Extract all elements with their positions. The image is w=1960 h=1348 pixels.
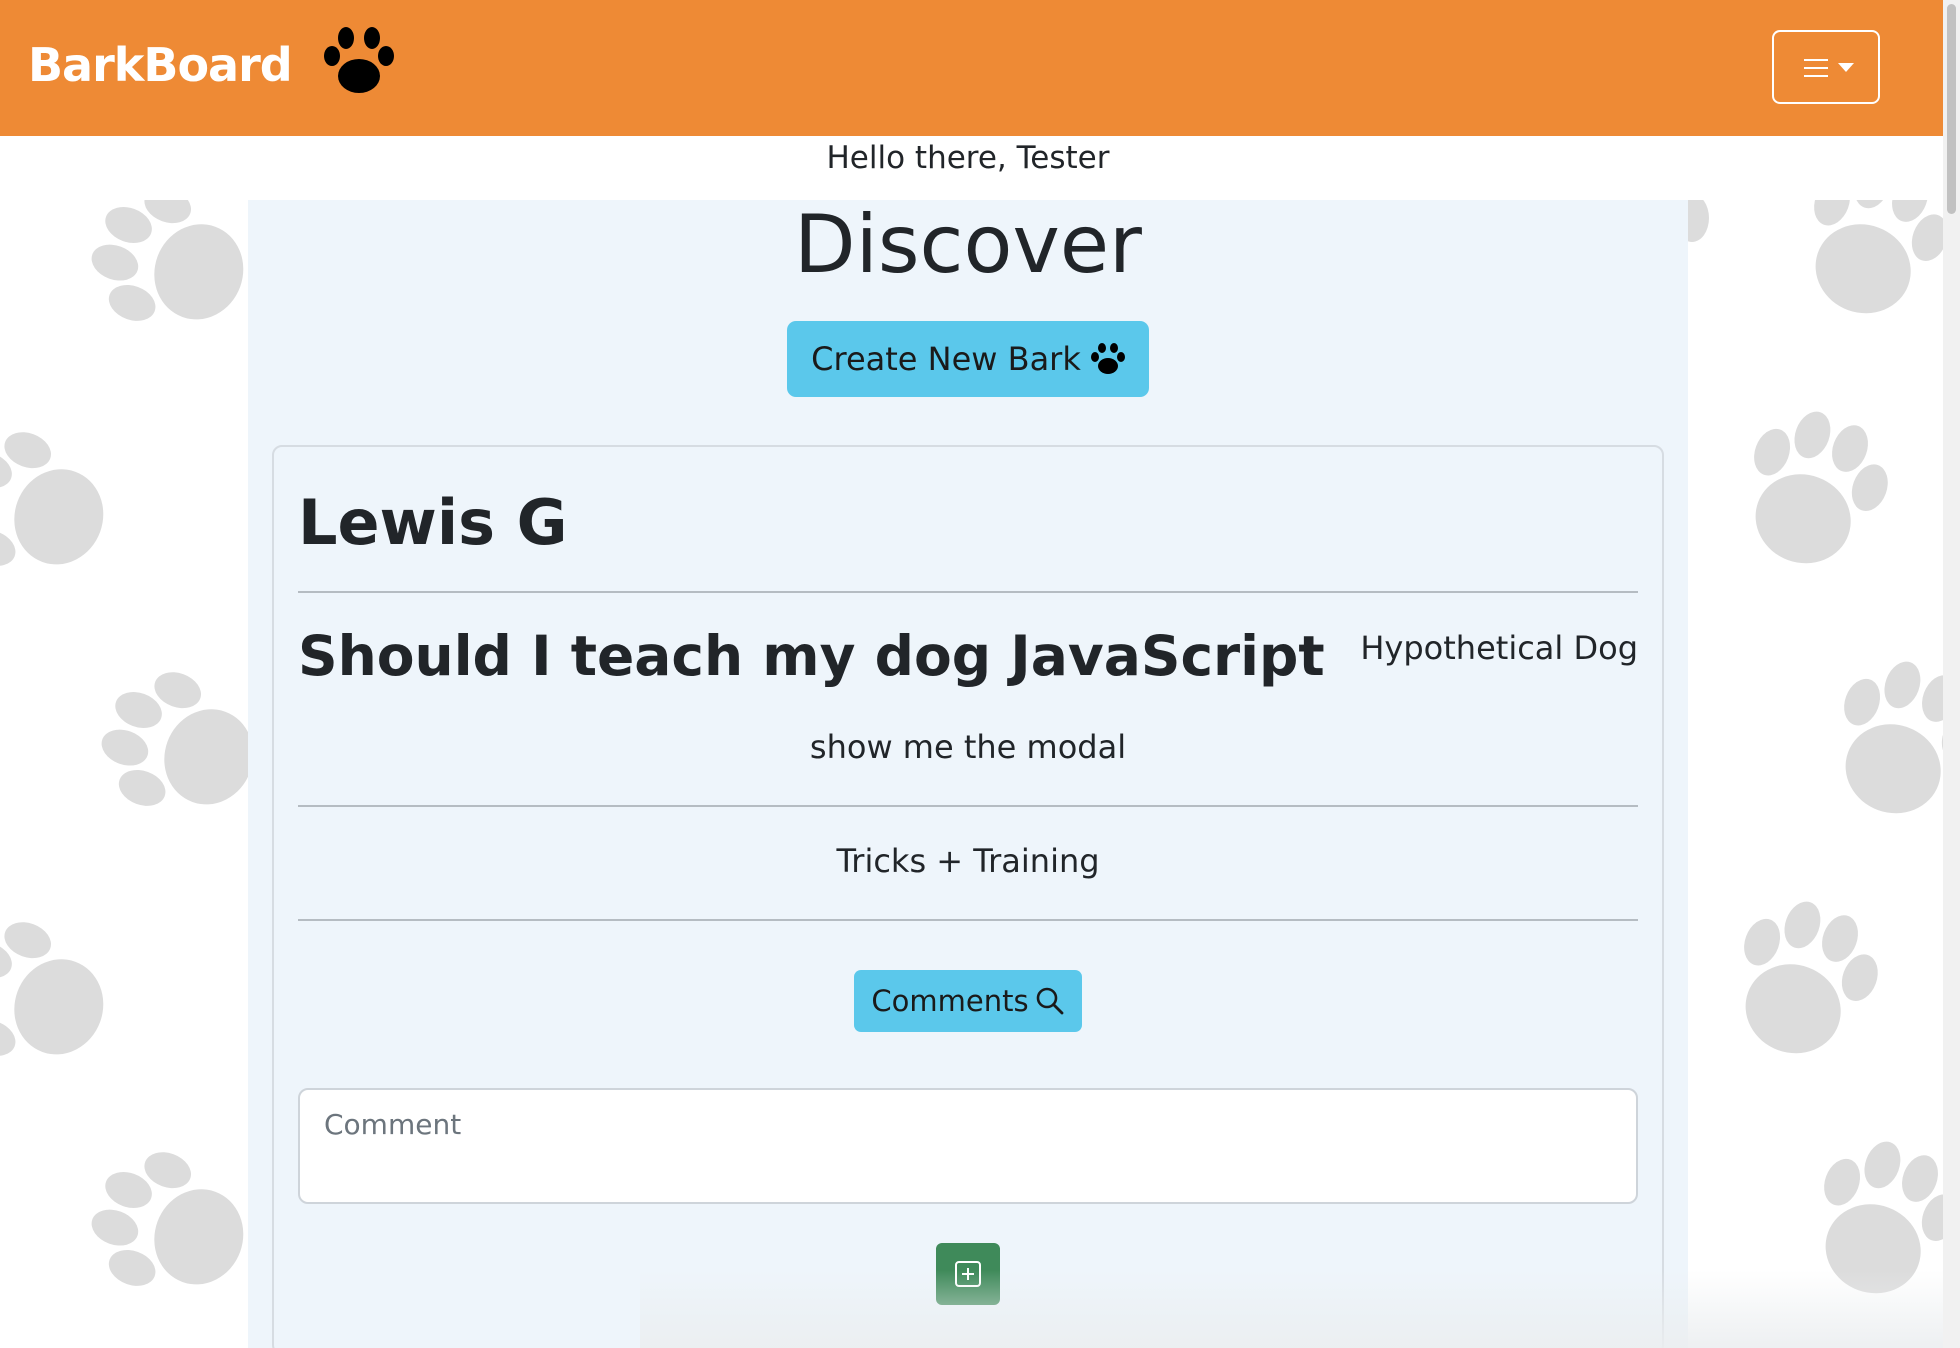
divider: [298, 919, 1638, 921]
create-new-bark-button[interactable]: Create New Bark: [787, 321, 1149, 397]
caret-down-icon: [1838, 63, 1854, 72]
greeting-text: Hello there, Tester: [826, 140, 1110, 176]
comment-input[interactable]: [298, 1088, 1638, 1204]
plus-square-icon: [955, 1261, 981, 1287]
post-card: [272, 445, 1664, 1348]
scrollbar[interactable]: [1943, 0, 1960, 1348]
paw-icon: [324, 27, 394, 93]
create-new-bark-label: Create New Bark: [811, 340, 1081, 378]
post-author: Lewis G: [298, 486, 568, 559]
page-title: Discover: [794, 198, 1142, 291]
menu-toggle-button[interactable]: [1772, 30, 1880, 104]
post-body: show me the modal: [809, 728, 1127, 766]
divider: [298, 591, 1638, 593]
post-title: Should I teach my dog JavaScript: [298, 624, 1325, 688]
post-dog-name: Hypothetical Dog: [1360, 629, 1638, 667]
comments-label: Comments: [871, 984, 1029, 1018]
brand-logo[interactable]: BarkBoard: [28, 38, 293, 92]
navbar: BarkBoard: [0, 0, 1943, 136]
divider: [298, 805, 1638, 807]
search-icon: [1036, 987, 1063, 1015]
paw-icon: [1090, 343, 1125, 374]
comments-button[interactable]: Comments: [854, 970, 1082, 1032]
add-comment-button[interactable]: [936, 1243, 1000, 1305]
scrollbar-thumb[interactable]: [1947, 4, 1956, 214]
hamburger-icon: [1804, 59, 1828, 79]
post-category: Tricks + Training: [836, 842, 1100, 880]
